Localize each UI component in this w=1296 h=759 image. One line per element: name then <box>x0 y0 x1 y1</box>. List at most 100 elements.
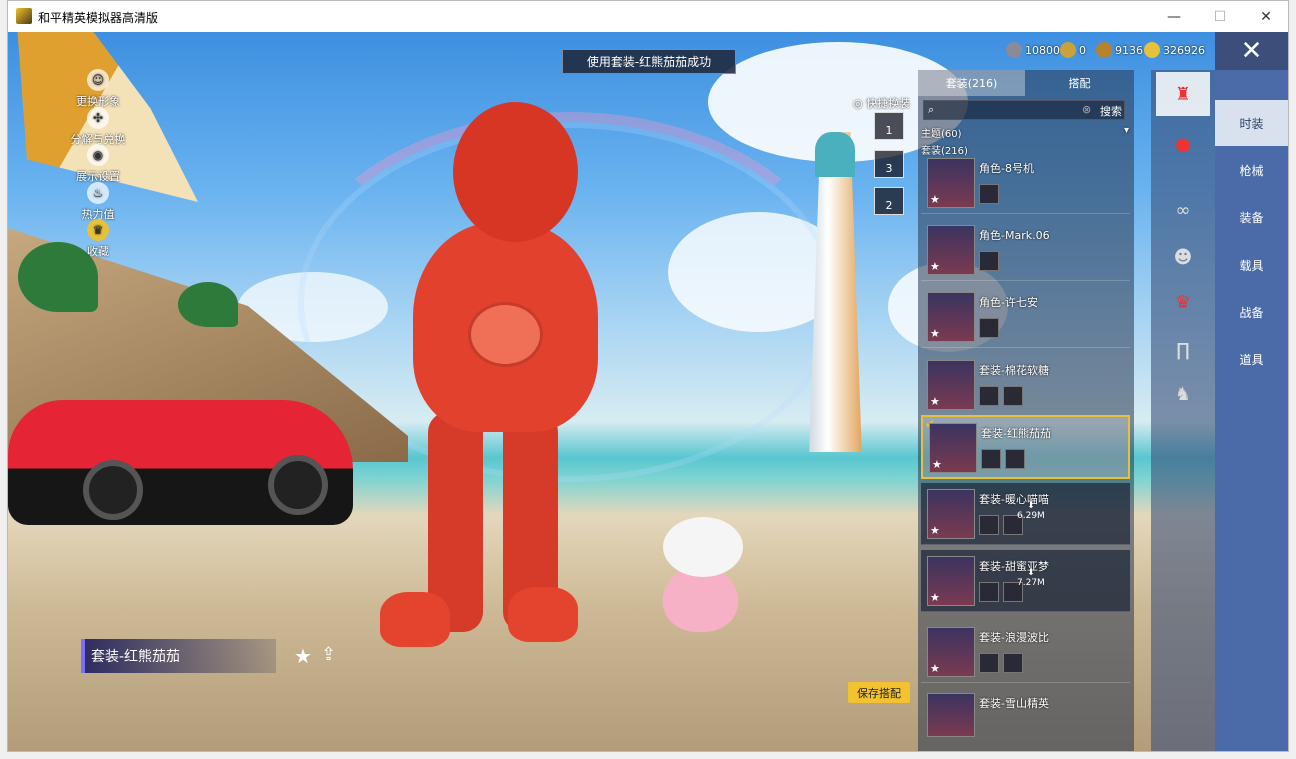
star-icon: ★ <box>932 458 942 471</box>
bronze-coin-icon <box>1096 42 1112 58</box>
category-vehicles[interactable]: 载具 <box>1215 242 1288 288</box>
star-icon: ★ <box>930 662 940 675</box>
left-menu-item-0[interactable]: ☺ 更换形象 <box>68 69 128 109</box>
close-panel-button[interactable]: ✕ <box>1215 32 1288 70</box>
character-foot-right <box>508 587 578 642</box>
dropdown-icon: ▾ <box>1123 125 1129 136</box>
left-menu-item-4[interactable]: ♛ 收藏 <box>68 219 128 259</box>
part-icon-column: ♜ ● ∞ ☻ ♛ ∏ ♞ <box>1151 70 1215 751</box>
part-thumb <box>979 653 999 673</box>
item-thumbnail: ★ <box>927 158 975 208</box>
quick-swap-label: ◎ 快捷换装 <box>853 97 911 110</box>
item-thumbnail: ★ <box>927 627 975 677</box>
part-thumb <box>979 184 999 204</box>
item-thumbnail: ★ <box>927 489 975 539</box>
game-viewport: 使用套装-红熊茄茄成功 ☺ 更换形象 ✣ 分解与兑换 ◉ 展示设置 ♨ 热力值 ♛ 收藏 … <box>8 32 1288 751</box>
download-badge[interactable]: ⬇ 7.27M <box>1017 568 1045 588</box>
part-thumb <box>979 582 999 602</box>
tab-combo[interactable]: 搭配 <box>1025 70 1134 96</box>
part-thumb <box>1005 449 1025 469</box>
silver-coin-icon <box>1006 42 1022 58</box>
bunny-pet <box>663 517 743 577</box>
category-combat-prep[interactable]: 战备 <box>1215 289 1288 335</box>
item-thumbnail <box>927 693 975 737</box>
glasses-icon[interactable]: ∞ <box>1156 188 1210 232</box>
currency-3: 326926 <box>1144 42 1205 58</box>
star-icon: ★ <box>930 193 940 206</box>
download-icon: ⬇ <box>1027 501 1035 511</box>
app-window: 和平精英模拟器高清版 — ☐ ✕ 使用套装-红熊茄茄成功 ☺ 更换形象 ✣ 分解与兑… <box>7 0 1289 752</box>
person-icon: ☺ <box>87 69 109 91</box>
outfit-icon[interactable]: ♜ <box>1156 72 1210 116</box>
shoes-icon[interactable]: ♞ <box>1156 372 1210 416</box>
minimize-button[interactable]: — <box>1151 1 1197 32</box>
download-badge[interactable]: ⬇ 6.29M <box>1017 501 1045 521</box>
clear-icon[interactable]: ⊗ <box>1082 103 1091 116</box>
star-icon: ★ <box>930 395 940 408</box>
star-icon: ★ <box>930 260 940 273</box>
part-thumb <box>981 449 1001 469</box>
category-column: 时装 枪械 装备 载具 战备 道具 <box>1215 70 1288 751</box>
favorite-star-icon[interactable]: ★ <box>294 644 312 668</box>
cherry-icon[interactable]: ● <box>1156 122 1210 166</box>
list-item-selected[interactable]: ✔★套装-红熊茄茄 <box>921 415 1130 479</box>
part-thumb <box>979 318 999 338</box>
save-combo-button[interactable]: 保存搭配 <box>848 682 910 703</box>
category-fashion[interactable]: 时装 <box>1215 100 1288 146</box>
search-box[interactable]: ⌕ ⊗ 搜索 <box>923 100 1125 120</box>
gold-coin-icon <box>1144 42 1160 58</box>
quick-slot-3[interactable]: 3 <box>874 150 904 178</box>
part-thumb <box>1003 386 1023 406</box>
currency-1: 0 <box>1060 42 1086 58</box>
mask-icon[interactable]: ☻ <box>1156 235 1210 279</box>
share-icon[interactable]: ⇪ <box>321 644 336 665</box>
category-items[interactable]: 道具 <box>1215 336 1288 382</box>
medal-coin-icon <box>1060 42 1076 58</box>
star-icon: ★ <box>930 327 940 340</box>
list-item[interactable]: ★ 套装-棉花软糖 <box>921 354 1130 416</box>
pants-icon[interactable]: ∏ <box>1156 328 1210 372</box>
window-title: 和平精英模拟器高清版 <box>38 11 159 25</box>
item-thumbnail: ★ <box>927 225 975 275</box>
left-menu-item-1[interactable]: ✣ 分解与兑换 <box>68 107 128 147</box>
download-icon: ⬇ <box>1027 568 1035 578</box>
recycle-icon: ✣ <box>87 107 109 129</box>
left-menu-item-3[interactable]: ♨ 热力值 <box>68 182 128 222</box>
app-logo-icon <box>16 8 32 24</box>
part-thumb <box>979 515 999 535</box>
list-item[interactable]: ★ 角色-许七安 <box>921 286 1130 348</box>
success-notice: 使用套装-红熊茄茄成功 <box>562 49 736 74</box>
lighthouse-top <box>815 132 855 177</box>
list-item[interactable]: ★ 套装-甜蜜亚梦 ⬇ 7.27M <box>921 550 1130 612</box>
part-thumb <box>979 386 999 406</box>
eye-icon: ◉ <box>87 144 109 166</box>
tomato-bag <box>468 302 543 367</box>
character-foot-left <box>380 592 450 647</box>
left-menu-item-2[interactable]: ◉ 展示设置 <box>68 144 128 184</box>
category-guns[interactable]: 枪械 <box>1215 147 1288 193</box>
part-thumb <box>1003 653 1023 673</box>
close-window-button[interactable]: ✕ <box>1243 1 1288 32</box>
item-thumbnail: ★ <box>927 360 975 410</box>
current-outfit-label: 套装-红熊茄茄 <box>81 639 276 673</box>
part-thumb <box>979 251 999 271</box>
list-item[interactable]: ★ 套装-浪漫波比 <box>921 621 1130 683</box>
flame-icon: ♨ <box>87 182 109 204</box>
list-item[interactable]: ★ 角色-8号机 <box>921 152 1130 214</box>
category-equipment[interactable]: 装备 <box>1215 194 1288 240</box>
item-thumbnail: ★ <box>927 292 975 342</box>
maximize-button[interactable]: ☐ <box>1197 1 1243 32</box>
filter-theme[interactable]: 主题(60) ▾ <box>921 125 1129 140</box>
list-item[interactable]: ★ 套装-暖心喵喵 ⬇ 6.29M <box>921 483 1130 545</box>
list-item[interactable]: 套装-雪山精英 <box>921 687 1130 749</box>
top-icon[interactable]: ♛ <box>1156 280 1210 324</box>
star-icon: ★ <box>930 524 940 537</box>
tab-suits[interactable]: 套装(216) <box>918 70 1025 96</box>
character-head[interactable] <box>453 102 578 242</box>
quick-slot-2[interactable]: 2 <box>874 187 904 215</box>
list-item[interactable]: ★ 角色-Mark.06 <box>921 219 1130 281</box>
star-icon: ★ <box>930 591 940 604</box>
quick-slot-1[interactable]: 1 <box>874 112 904 140</box>
search-button[interactable]: 搜索 <box>1100 103 1122 119</box>
currency-2: 9136 <box>1096 42 1143 58</box>
